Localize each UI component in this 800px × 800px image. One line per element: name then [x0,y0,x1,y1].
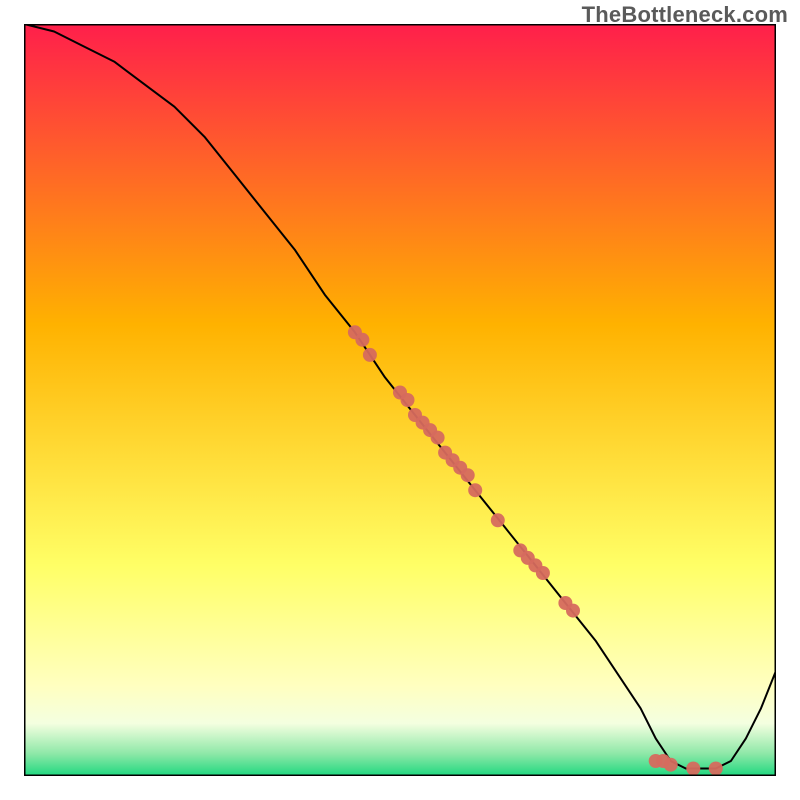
data-marker [536,566,550,580]
chart-stage: TheBottleneck.com [0,0,800,800]
chart-svg [24,24,776,776]
data-marker [566,604,580,618]
data-marker [686,762,700,776]
data-marker [468,483,482,497]
data-marker [491,513,505,527]
data-marker [431,431,445,445]
data-marker [664,758,678,772]
chart-plot [24,24,776,776]
data-marker [401,393,415,407]
data-marker [461,468,475,482]
data-marker [709,762,723,776]
data-marker [363,348,377,362]
data-marker [355,333,369,347]
